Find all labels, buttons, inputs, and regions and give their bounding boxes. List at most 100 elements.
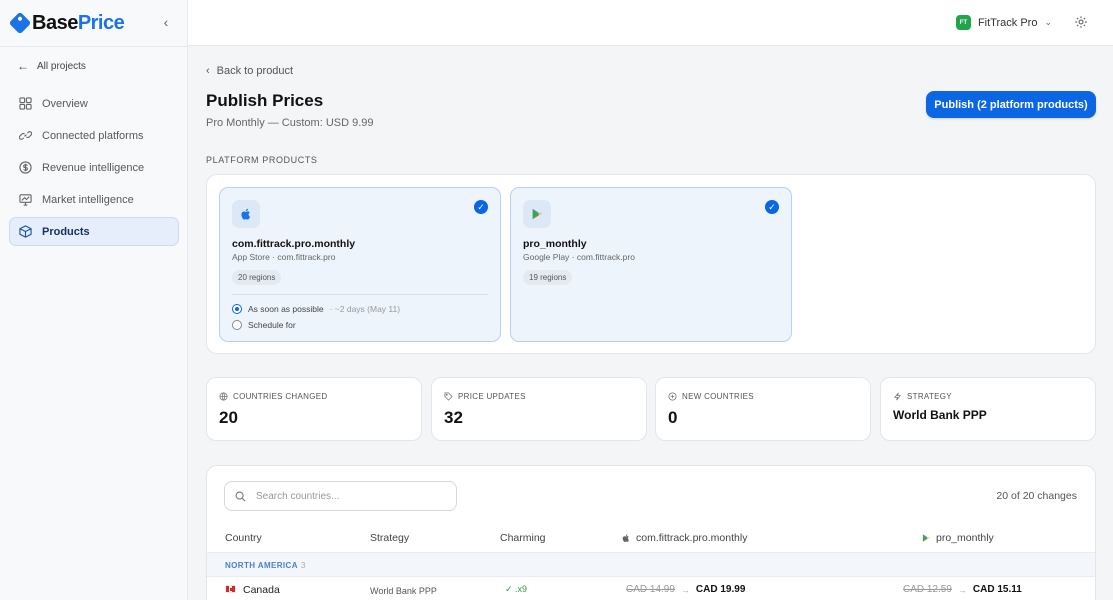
sidebar-item-products[interactable]: Products bbox=[9, 217, 179, 246]
checkmark-icon[interactable]: ✓ bbox=[765, 200, 779, 214]
change-count: 20 of 20 changes bbox=[996, 490, 1077, 502]
project-switcher[interactable]: FT FitTrack Pro ⌄ bbox=[955, 15, 1052, 30]
stat-value: 20 bbox=[219, 408, 238, 427]
new-price: CAD 15.11 bbox=[972, 584, 1022, 595]
product-card-appstore[interactable]: ✓ com.fittrack.pro.monthly App Store · c… bbox=[219, 187, 501, 342]
stat-value: 32 bbox=[444, 408, 463, 427]
collapse-sidebar-icon[interactable]: ‹ bbox=[158, 14, 174, 30]
gear-icon[interactable] bbox=[1074, 15, 1088, 29]
search-input[interactable] bbox=[256, 490, 446, 502]
region-group-row[interactable]: NORTH AMERICA 3 bbox=[207, 552, 1095, 577]
project-name: FitTrack Pro bbox=[977, 16, 1038, 29]
back-to-product-label: Back to product bbox=[216, 65, 294, 77]
column-header-label: com.fittrack.pro.monthly bbox=[636, 532, 748, 544]
apple-icon bbox=[232, 200, 260, 228]
column-header-strategy[interactable]: Strategy bbox=[370, 532, 409, 544]
column-header-label: pro_monthly bbox=[936, 532, 994, 544]
price-changes-table: 20 of 20 changes Country Strategy Charmi… bbox=[206, 465, 1096, 600]
sidebar-item-connected-platforms[interactable]: Connected platforms bbox=[9, 121, 179, 150]
stat-value: World Bank PPP bbox=[893, 408, 987, 422]
stat-card-new-countries: NEW COUNTRIES 0 bbox=[655, 377, 871, 441]
page-subtitle: Pro Monthly — Custom: USD 9.99 bbox=[206, 117, 374, 129]
topbar: FT FitTrack Pro ⌄ bbox=[188, 0, 1113, 46]
option-label: Schedule for bbox=[248, 320, 296, 330]
search-field[interactable] bbox=[224, 481, 457, 511]
sidebar-item-label: Overview bbox=[42, 97, 88, 110]
radio-selected-icon[interactable] bbox=[232, 304, 242, 314]
checkmark-icon[interactable]: ✓ bbox=[474, 200, 488, 214]
all-projects-link[interactable]: ← All projects bbox=[17, 59, 86, 73]
divider bbox=[232, 294, 488, 295]
box-icon bbox=[19, 225, 32, 238]
arrow-left-icon: ← bbox=[17, 59, 29, 73]
google-play-icon bbox=[523, 200, 551, 228]
stat-card-strategy: STRATEGY World Bank PPP bbox=[880, 377, 1096, 441]
product-name: com.fittrack.pro.monthly bbox=[232, 238, 356, 250]
back-to-product-link[interactable]: ‹ Back to product bbox=[206, 65, 293, 77]
regions-badge: 20 regions bbox=[232, 270, 282, 285]
regions-badge: 19 regions bbox=[523, 270, 573, 285]
sidebar-item-label: Market intelligence bbox=[42, 193, 134, 206]
sidebar-item-label: Connected platforms bbox=[42, 129, 144, 142]
schedule-option[interactable]: Schedule for bbox=[232, 320, 296, 330]
stat-card-countries-changed: COUNTRIES CHANGED 20 bbox=[206, 377, 422, 441]
dollar-icon bbox=[19, 161, 32, 174]
product-meta: App Store · com.fittrack.pro bbox=[232, 252, 336, 262]
stat-label-text: STRATEGY bbox=[907, 392, 952, 401]
column-header-charming[interactable]: Charming bbox=[500, 532, 546, 544]
sidebar-nav: Overview Connected platforms Revenue int… bbox=[9, 89, 179, 249]
sidebar-item-overview[interactable]: Overview bbox=[9, 89, 179, 118]
googleplay-price-cell: CAD 12.59 → CAD 15.11 bbox=[903, 584, 1022, 595]
stat-label-text: NEW COUNTRIES bbox=[682, 392, 754, 401]
sidebar: BasePrice ‹ ← All projects Overview Conn… bbox=[0, 0, 188, 600]
old-price: CAD 14.99 bbox=[626, 584, 675, 595]
google-play-icon bbox=[922, 534, 930, 542]
stat-value: 0 bbox=[668, 408, 678, 427]
product-card-googleplay[interactable]: ✓ pro_monthly Google Play · com.fittrack… bbox=[510, 187, 792, 342]
all-projects-label: All projects bbox=[37, 60, 86, 72]
appstore-price-cell: CAD 14.99 → CAD 19.99 bbox=[626, 584, 745, 595]
country-cell: Canada bbox=[243, 584, 280, 596]
sidebar-item-market-intelligence[interactable]: Market intelligence bbox=[9, 185, 179, 214]
option-note: · ~2 days (May 11) bbox=[329, 304, 401, 314]
product-meta: Google Play · com.fittrack.pro bbox=[523, 252, 635, 262]
option-label: As soon as possible bbox=[248, 304, 324, 314]
column-header-country[interactable]: Country bbox=[225, 532, 262, 544]
canada-flag-icon bbox=[225, 585, 236, 593]
column-header-googleplay[interactable]: pro_monthly bbox=[921, 532, 994, 544]
sidebar-item-label: Products bbox=[42, 225, 90, 238]
chevron-left-icon: ‹ bbox=[206, 65, 210, 77]
strategy-cell: World Bank PPP bbox=[370, 586, 437, 596]
group-count: 3 bbox=[301, 561, 306, 570]
charming-cell: ✓ .x9 bbox=[505, 584, 528, 594]
price-tag-icon bbox=[8, 11, 32, 35]
stat-label: PRICE UPDATES bbox=[444, 392, 526, 401]
column-header-appstore[interactable]: com.fittrack.pro.monthly bbox=[621, 532, 747, 544]
arrow-right-icon: → bbox=[680, 584, 690, 595]
sidebar-item-label: Revenue intelligence bbox=[42, 161, 145, 174]
stat-label: NEW COUNTRIES bbox=[668, 392, 754, 401]
publish-button[interactable]: Publish (2 platform products) bbox=[926, 91, 1096, 118]
globe-icon bbox=[219, 392, 228, 401]
table-row[interactable]: Canada World Bank PPP ✓ .x9 CAD 14.99 → … bbox=[207, 577, 1095, 600]
arrow-right-icon: → bbox=[957, 584, 967, 595]
publish-asap-option[interactable]: As soon as possible · ~2 days (May 11) bbox=[232, 304, 400, 314]
chevron-down-icon: ⌄ bbox=[1044, 17, 1052, 27]
radio-unselected-icon[interactable] bbox=[232, 320, 242, 330]
link-icon bbox=[19, 129, 32, 142]
stat-label-text: PRICE UPDATES bbox=[458, 392, 526, 401]
old-price: CAD 12.59 bbox=[903, 584, 952, 595]
plus-circle-icon bbox=[668, 392, 677, 401]
chart-icon bbox=[19, 193, 32, 206]
search-icon bbox=[235, 491, 246, 501]
brand-logo[interactable]: BasePrice bbox=[8, 11, 125, 35]
platform-products-panel: ✓ com.fittrack.pro.monthly App Store · c… bbox=[206, 174, 1096, 354]
divider bbox=[0, 46, 188, 47]
apple-icon bbox=[622, 534, 629, 542]
product-name: pro_monthly bbox=[523, 238, 587, 250]
sidebar-item-revenue-intelligence[interactable]: Revenue intelligence bbox=[9, 153, 179, 182]
stat-card-price-updates: PRICE UPDATES 32 bbox=[431, 377, 647, 441]
stat-label: STRATEGY bbox=[893, 392, 952, 401]
stat-label-text: COUNTRIES CHANGED bbox=[233, 392, 328, 401]
project-avatar: FT bbox=[955, 15, 971, 30]
